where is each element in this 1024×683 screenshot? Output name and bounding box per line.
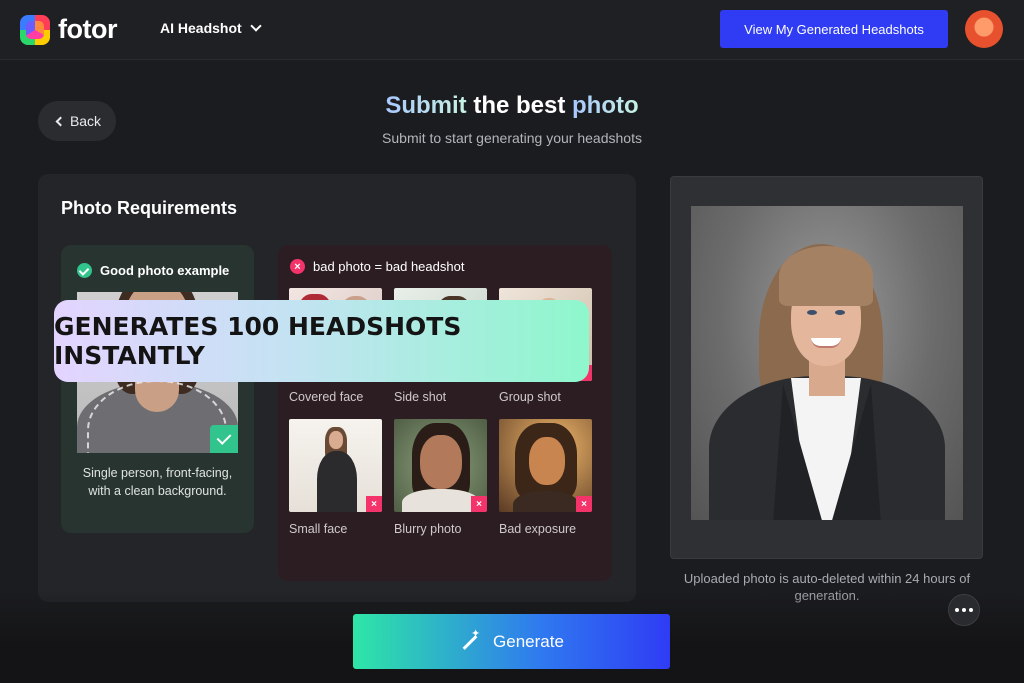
bad-example-label: Side shot: [394, 390, 447, 404]
bad-example-label: Group shot: [499, 390, 561, 404]
bad-photo-title: bad photo = bad headshot: [313, 259, 465, 274]
bad-example-label: Bad exposure: [499, 522, 577, 536]
generate-button[interactable]: Generate: [353, 614, 670, 669]
bad-example-small-face: ×: [289, 419, 382, 512]
good-photo-title: Good photo example: [100, 263, 230, 278]
thumb-shape: [529, 437, 565, 485]
page-subtitle: Submit to start generating your headshot…: [382, 130, 642, 146]
ai-headshot-menu-label: AI Headshot: [160, 20, 242, 36]
x-badge-icon: ×: [576, 496, 592, 512]
more-dot: [955, 608, 959, 612]
more-dot: [969, 608, 973, 612]
generate-button-label: Generate: [493, 631, 564, 651]
portrait-shape: [835, 310, 845, 315]
promo-banner: GENERATES 100 HEADSHOTS INSTANTLY: [54, 300, 589, 382]
check-badge-icon: [210, 425, 238, 453]
x-badge-icon: ×: [366, 496, 382, 512]
top-bar: fotor AI Headshot View My Generated Head…: [0, 0, 1024, 60]
portrait-shape: [807, 310, 817, 315]
promo-banner-text: GENERATES 100 HEADSHOTS INSTANTLY: [54, 312, 462, 370]
good-photo-card: Good photo example Single person, front-…: [61, 245, 254, 533]
bad-example-label: Small face: [289, 522, 348, 536]
user-avatar[interactable]: [965, 10, 1003, 48]
page-title-part2: the best: [473, 92, 566, 119]
good-photo-header: Good photo example: [77, 263, 229, 278]
page-title: Submit the best photo: [0, 92, 1024, 120]
thumb-shape: [402, 489, 480, 512]
thumb-shape: [329, 431, 343, 449]
x-badge-icon: ×: [471, 496, 487, 512]
fotor-logo-icon: [20, 14, 50, 45]
bad-example-label: Blurry photo: [394, 522, 462, 536]
fotor-logo[interactable]: fotor: [20, 14, 117, 45]
good-photo-description: Single person, front-facing, with a clea…: [82, 466, 233, 498]
bad-photo-card: × bad photo = bad headshot × × × Covered…: [278, 245, 612, 581]
photo-requirements-panel: Photo Requirements Good photo example Si…: [38, 174, 636, 602]
uploaded-photo-frame[interactable]: [670, 176, 983, 559]
thumb-shape: [420, 435, 462, 489]
portrait-shape: [779, 246, 873, 306]
view-generated-headshots-button[interactable]: View My Generated Headshots: [720, 10, 948, 48]
magic-wand-icon: [459, 627, 481, 653]
ai-headshot-menu[interactable]: AI Headshot: [160, 20, 262, 36]
page-title-part3: photo: [572, 92, 639, 119]
brand-name: fotor: [58, 14, 117, 44]
more-options-button[interactable]: [948, 594, 980, 626]
page-title-part1: Submit: [385, 92, 467, 119]
bad-example-bad-exposure: ×: [499, 419, 592, 512]
bad-photo-header: × bad photo = bad headshot: [290, 259, 464, 274]
bad-example-blurry-photo: ×: [394, 419, 487, 512]
thumb-shape: [513, 491, 579, 512]
chevron-down-icon: [250, 20, 262, 32]
requirements-title: Photo Requirements: [61, 198, 238, 218]
check-circle-icon: [77, 263, 92, 278]
thumb-shape: [317, 451, 357, 512]
x-circle-icon: ×: [290, 259, 305, 274]
more-dot: [962, 608, 966, 612]
bad-example-label: Covered face: [289, 390, 364, 404]
uploaded-photo: [691, 206, 963, 520]
